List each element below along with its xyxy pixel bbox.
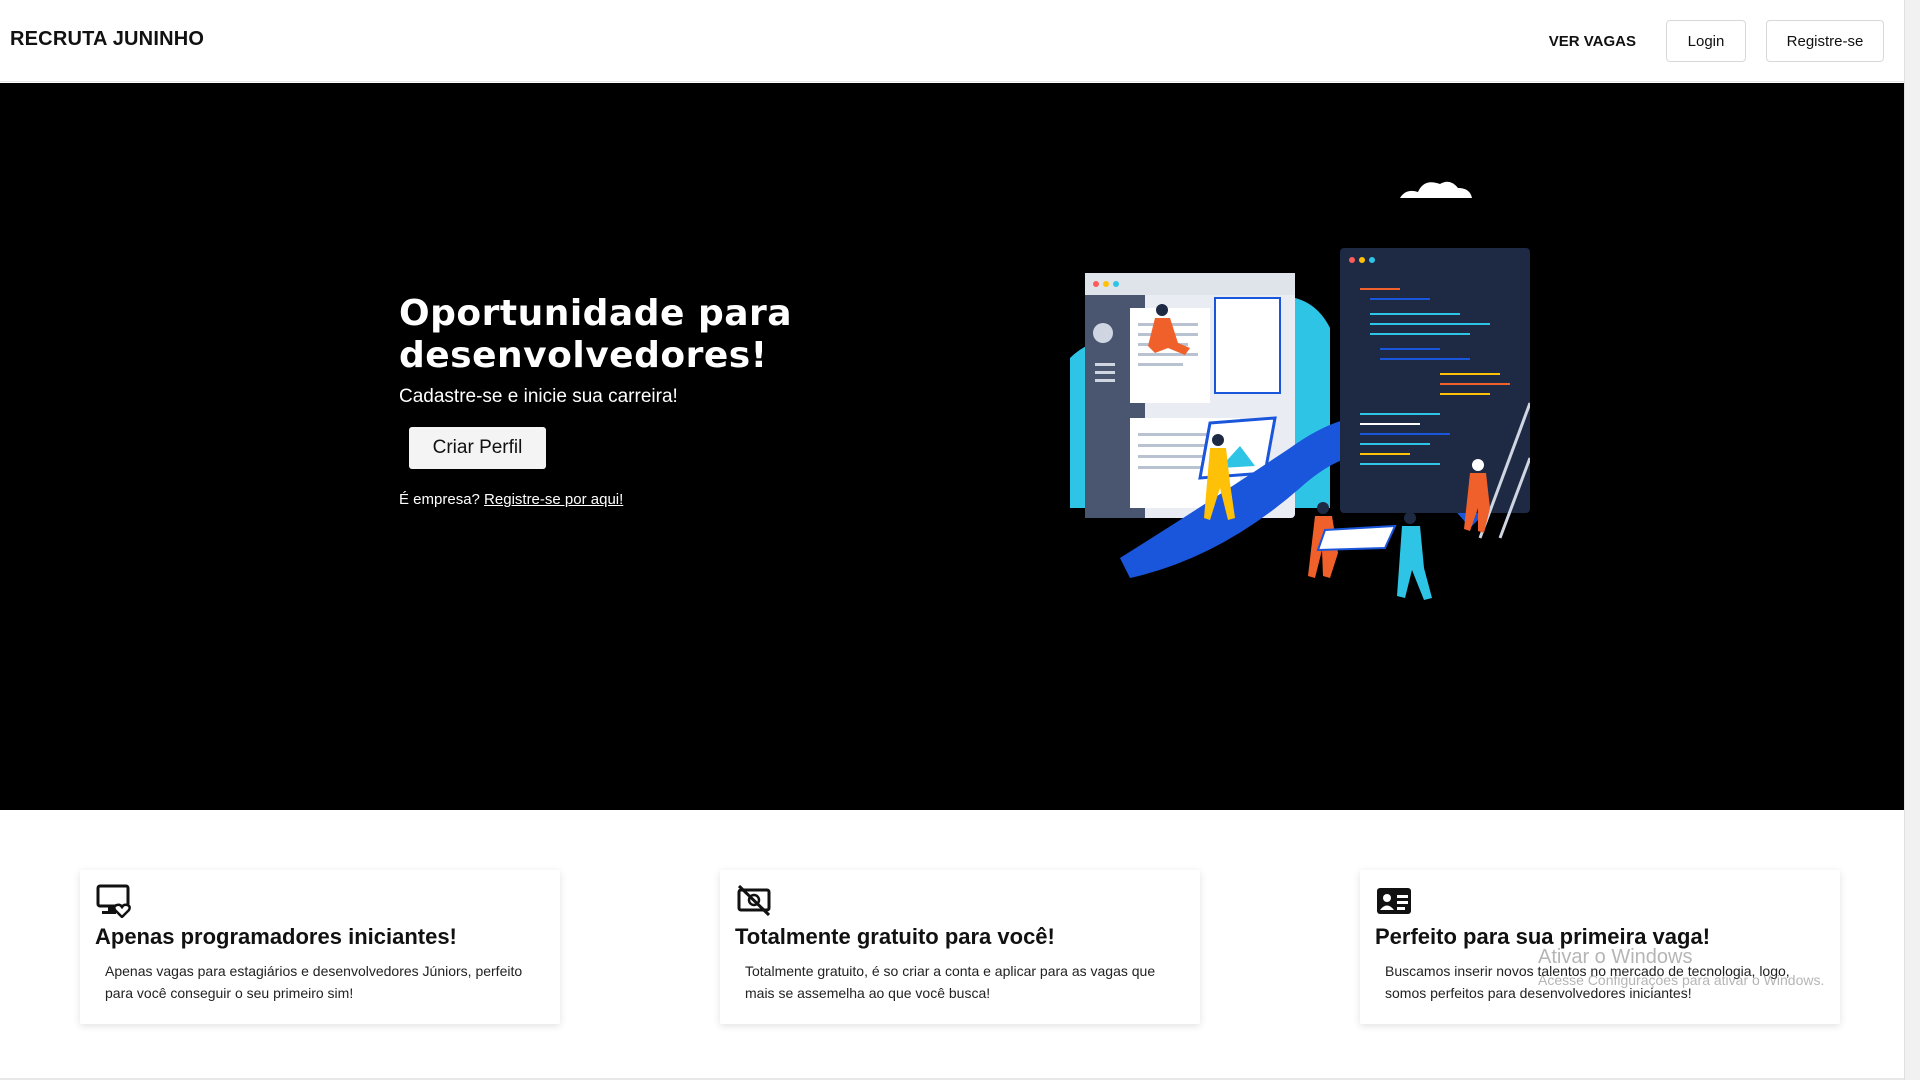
company-register-link[interactable]: Registre-se por aqui! — [484, 491, 623, 508]
page-scrollbar[interactable] — [1904, 0, 1920, 1080]
brand-logo[interactable]: RECRUTA JUNINHO — [10, 28, 204, 51]
view-jobs-link[interactable]: VER VAGAS — [1549, 33, 1636, 50]
feature-card: Totalmente gratuito para você! Totalment… — [720, 870, 1200, 1024]
create-profile-button[interactable]: Criar Perfil — [409, 427, 546, 469]
hero-title: Oportunidade para desenvolvedores! — [399, 293, 793, 376]
windows-activation-title: Ativar o Windows — [1538, 946, 1693, 968]
feature-text: Apenas vagas para estagiários e desenvol… — [105, 963, 523, 1001]
feature-title: Totalmente gratuito para você! — [735, 924, 1055, 949]
nav-actions: VER VAGAS Login Registre-se — [1549, 20, 1884, 62]
company-register-line: É empresa? Registre-se por aqui! — [399, 491, 623, 508]
developer-illustration — [1070, 181, 1530, 600]
windows-activation-text: Acesse Configurações para ativar o Windo… — [1538, 972, 1825, 988]
monitor-heart-icon — [96, 884, 131, 918]
hero-subtitle: Cadastre-se e inicie sua carreira! — [399, 386, 678, 407]
feature-card: Apenas programadores iniciantes! Apenas … — [80, 870, 560, 1024]
feature-text: Totalmente gratuito, é so criar a conta … — [745, 963, 1156, 1001]
no-money-icon — [737, 884, 771, 917]
top-navbar: RECRUTA JUNINHO VER VAGAS Login Registre… — [0, 0, 1904, 82]
hero-section: Oportunidade para desenvolvedores! Cadas… — [0, 83, 1904, 810]
id-card-icon — [1377, 888, 1411, 914]
company-question: É empresa? — [399, 491, 480, 508]
features-section: Apenas programadores iniciantes! Apenas … — [0, 810, 1904, 1080]
feature-title: Apenas programadores iniciantes! — [95, 924, 457, 949]
login-button[interactable]: Login — [1666, 20, 1746, 62]
register-button[interactable]: Registre-se — [1766, 20, 1884, 62]
